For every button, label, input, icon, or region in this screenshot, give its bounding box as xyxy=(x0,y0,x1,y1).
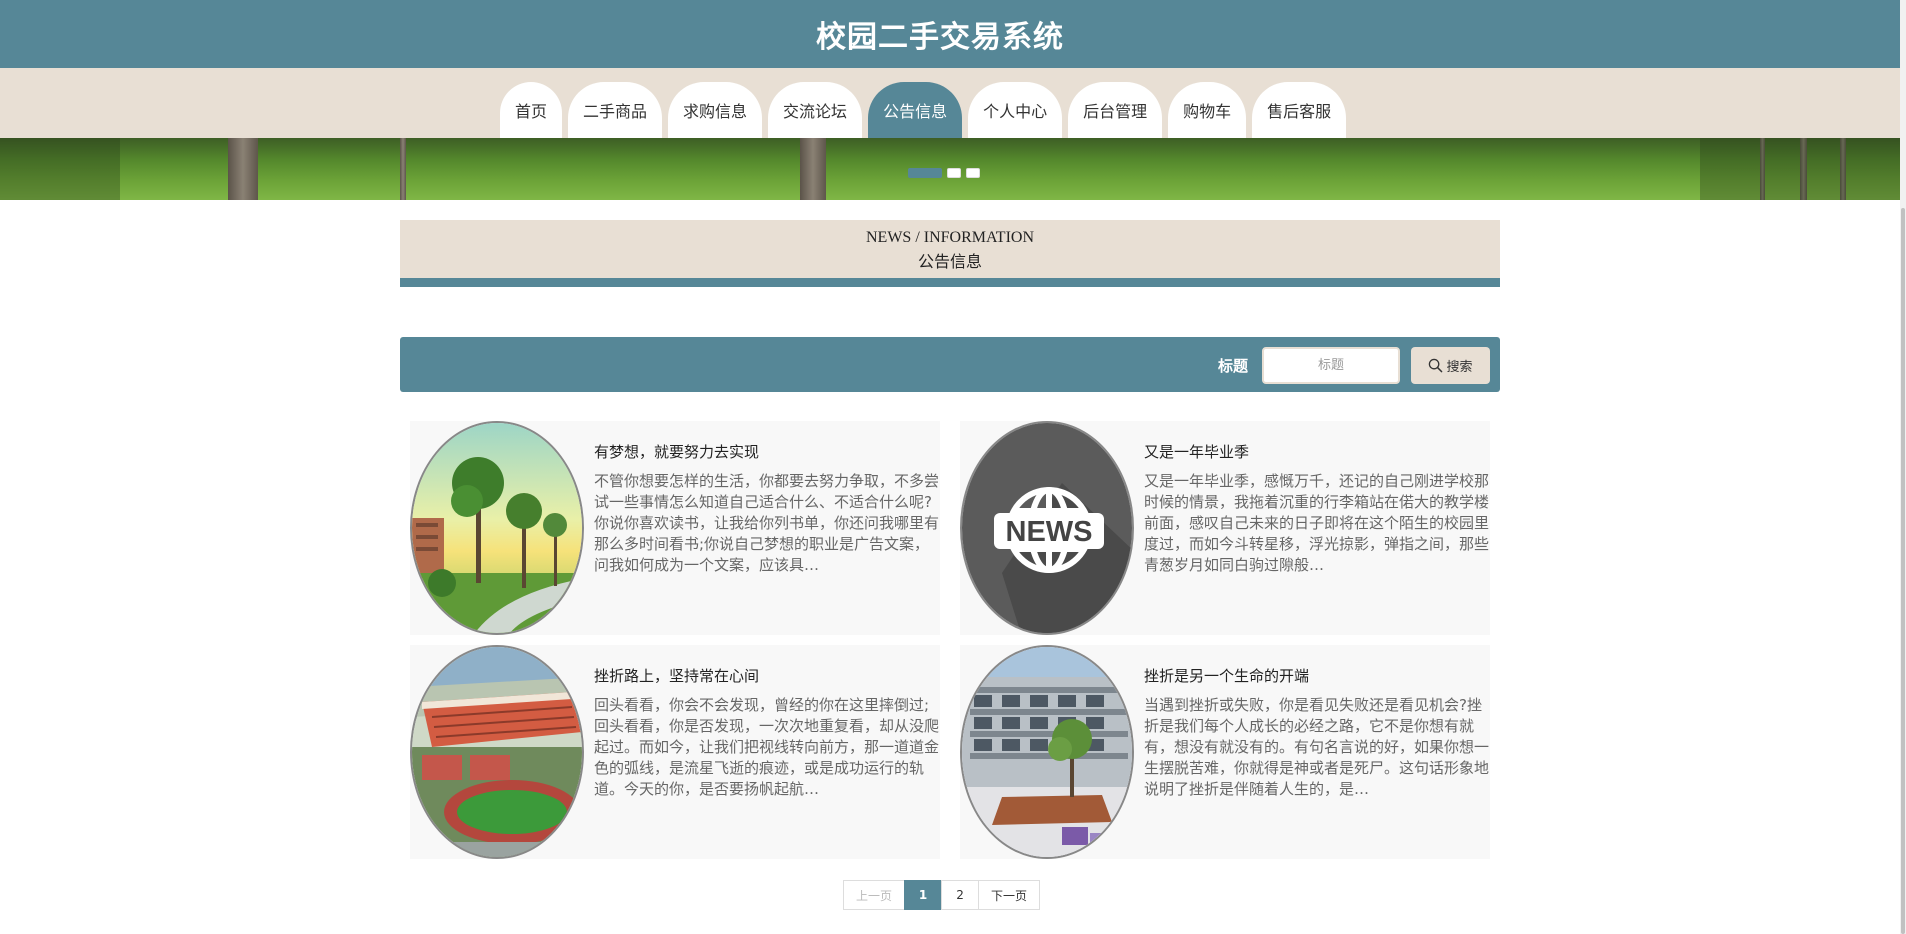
news-summary: 回头看看，你会不会发现，曾经的你在这里摔倒过;回头看看，你是否发现，一次次地重复… xyxy=(594,696,939,798)
news-title[interactable]: 挫折路上，坚持常在心间 xyxy=(594,665,759,686)
nav-item-personal-center[interactable]: 个人中心 xyxy=(968,82,1063,138)
news-title[interactable]: 又是一年毕业季 xyxy=(1144,441,1249,462)
campus-courtyard-image xyxy=(962,647,1132,857)
search-icon xyxy=(1429,358,1443,373)
next-page-button[interactable]: 下一页 xyxy=(978,880,1041,910)
news-card[interactable]: 挫折路上，坚持常在心间 回头看看，你会不会发现，曾经的你在这里摔倒过;回头看看，… xyxy=(410,645,940,859)
news-thumbnail[interactable] xyxy=(960,645,1134,859)
carousel-dot-3[interactable] xyxy=(966,168,980,178)
nav-item-forum[interactable]: 交流论坛 xyxy=(768,82,863,138)
search-label: 标题 xyxy=(1218,357,1249,375)
page-button-2[interactable]: 2 xyxy=(941,880,980,910)
news-globe-image: NEWS xyxy=(962,423,1132,633)
page-scrollbar[interactable] xyxy=(1900,0,1906,934)
nav-item-wanted[interactable]: 求购信息 xyxy=(668,82,763,138)
news-summary: 不管你想要怎样的生活，你都要去努力争取，不多尝试一些事情怎么知道自己适合什么、不… xyxy=(594,472,939,574)
search-bar: 标题 搜索 xyxy=(400,337,1500,392)
nav-item-admin[interactable]: 后台管理 xyxy=(1068,82,1163,138)
scrollbar-thumb[interactable] xyxy=(1901,208,1905,934)
news-card[interactable]: 挫折是另一个生命的开端 当遇到挫折或失败，你是看见失败还是看见机会?挫折是我们每… xyxy=(960,645,1490,859)
search-button[interactable]: 搜索 xyxy=(1411,347,1490,384)
nav-item-home[interactable]: 首页 xyxy=(500,82,563,138)
search-input[interactable] xyxy=(1262,347,1400,384)
news-summary: 当遇到挫折或失败，你是看见失败还是看见机会?挫折是我们每个人成长的必经之路，它不… xyxy=(1144,696,1489,798)
nav-item-cart[interactable]: 购物车 xyxy=(1168,82,1247,138)
section-heading: NEWS / INFORMATION 公告信息 xyxy=(400,220,1500,287)
banner-tree xyxy=(228,138,258,200)
carousel-dot-1[interactable] xyxy=(908,168,942,178)
news-image-text: NEWS xyxy=(1006,516,1093,548)
carousel-dot-2[interactable] xyxy=(947,168,961,178)
campus-trees-image xyxy=(412,423,582,633)
page-button-1[interactable]: 1 xyxy=(904,880,943,910)
banner-carousel xyxy=(0,138,1900,200)
banner-shade xyxy=(1700,138,1900,200)
pagination: 上一页 1 2 下一页 xyxy=(843,880,1041,910)
news-card[interactable]: NEWS 又是一年毕业季 又是一年毕业季，感慨万千，还记的自己刚进学校那时候的情… xyxy=(960,421,1490,635)
news-thumbnail[interactable] xyxy=(410,421,584,635)
prev-page-button[interactable]: 上一页 xyxy=(843,880,906,910)
nav-item-announcements[interactable]: 公告信息 xyxy=(868,82,963,138)
section-title-cn: 公告信息 xyxy=(917,252,982,271)
banner-shade xyxy=(0,138,120,200)
carousel-indicators xyxy=(908,168,980,178)
banner-tree xyxy=(800,138,826,200)
search-button-label: 搜索 xyxy=(1446,360,1473,375)
nav-item-second-hand-goods[interactable]: 二手商品 xyxy=(568,82,663,138)
section-title-en: NEWS / INFORMATION xyxy=(866,229,1034,246)
site-title: 校园二手交易系统 xyxy=(816,20,1064,55)
banner-tree xyxy=(400,138,406,200)
news-summary: 又是一年毕业季，感慨万千，还记的自己刚进学校那时候的情景，我拖着沉重的行李箱站在… xyxy=(1144,472,1489,574)
news-title[interactable]: 挫折是另一个生命的开端 xyxy=(1144,665,1309,686)
news-thumbnail[interactable]: NEWS xyxy=(960,421,1134,635)
nav-item-after-sales[interactable]: 售后客服 xyxy=(1252,82,1347,138)
news-title[interactable]: 有梦想，就要努力去实现 xyxy=(594,441,759,462)
campus-aerial-image xyxy=(412,647,582,857)
news-card[interactable]: 有梦想，就要努力去实现 不管你想要怎样的生活，你都要去努力争取，不多尝试一些事情… xyxy=(410,421,940,635)
site-header: 校园二手交易系统 xyxy=(0,0,1906,68)
main-nav: 首页 二手商品 求购信息 交流论坛 公告信息 个人中心 后台管理 购物车 售后客… xyxy=(0,68,1906,138)
news-thumbnail[interactable] xyxy=(410,645,584,859)
